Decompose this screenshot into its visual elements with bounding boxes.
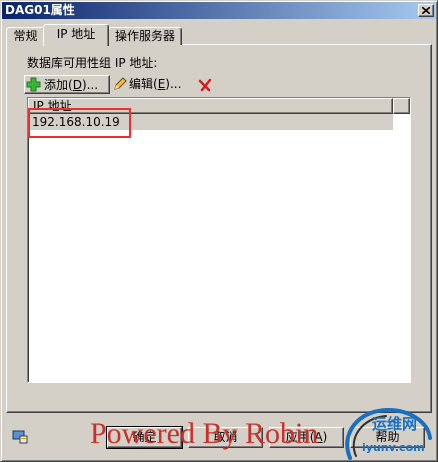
edit-label-suffix: )... — [165, 77, 182, 91]
column-header-ip-address[interactable]: IP 地址 — [28, 98, 393, 114]
add-label-text: 添加( — [44, 78, 73, 92]
column-header-label: IP 地址 — [33, 99, 72, 113]
network-properties-icon — [12, 430, 28, 444]
edit-button[interactable]: 编辑(E)... — [111, 75, 191, 94]
close-x-icon — [422, 7, 430, 14]
ip-address-value: 192.168.10.19 — [32, 115, 120, 129]
add-label-accel: D — [72, 78, 82, 92]
close-button[interactable] — [418, 4, 434, 17]
edit-button-label: 编辑(E)... — [129, 77, 181, 91]
apply-label-suffix: ) — [322, 430, 328, 444]
window-title: DAG01属性 — [5, 3, 75, 17]
add-label-suffix: )... — [81, 78, 99, 92]
apply-label-accel: A — [314, 430, 323, 444]
column-header-filler — [393, 98, 410, 114]
red-x-icon — [198, 78, 212, 91]
list-item[interactable]: 192.168.10.19 — [28, 114, 393, 130]
pencil-icon — [114, 77, 127, 90]
add-button-label: 添加(D)... — [44, 78, 98, 92]
apply-label-text: 应用( — [285, 430, 315, 444]
tab-operational-servers[interactable]: 操作服务器 — [108, 27, 182, 45]
edit-label-text: 编辑( — [129, 77, 158, 91]
cancel-button[interactable]: 取消 — [188, 427, 263, 448]
group-label: 数据库可用性组 IP 地址: — [27, 56, 158, 70]
add-button[interactable]: 添加(D)... — [24, 75, 110, 94]
ok-button[interactable]: 确定 — [107, 427, 182, 448]
green-plus-icon — [26, 77, 41, 92]
title-bar[interactable]: DAG01属性 — [2, 2, 436, 19]
tab-ip-address[interactable]: IP 地址 — [43, 24, 109, 46]
tab-general[interactable]: 常规 — [6, 27, 45, 45]
apply-button[interactable]: 应用(A) — [269, 427, 344, 448]
remove-button[interactable] — [196, 76, 214, 93]
help-button[interactable]: 帮助 — [350, 427, 425, 448]
ip-address-list[interactable]: IP 地址 192.168.10.19 — [27, 97, 411, 383]
